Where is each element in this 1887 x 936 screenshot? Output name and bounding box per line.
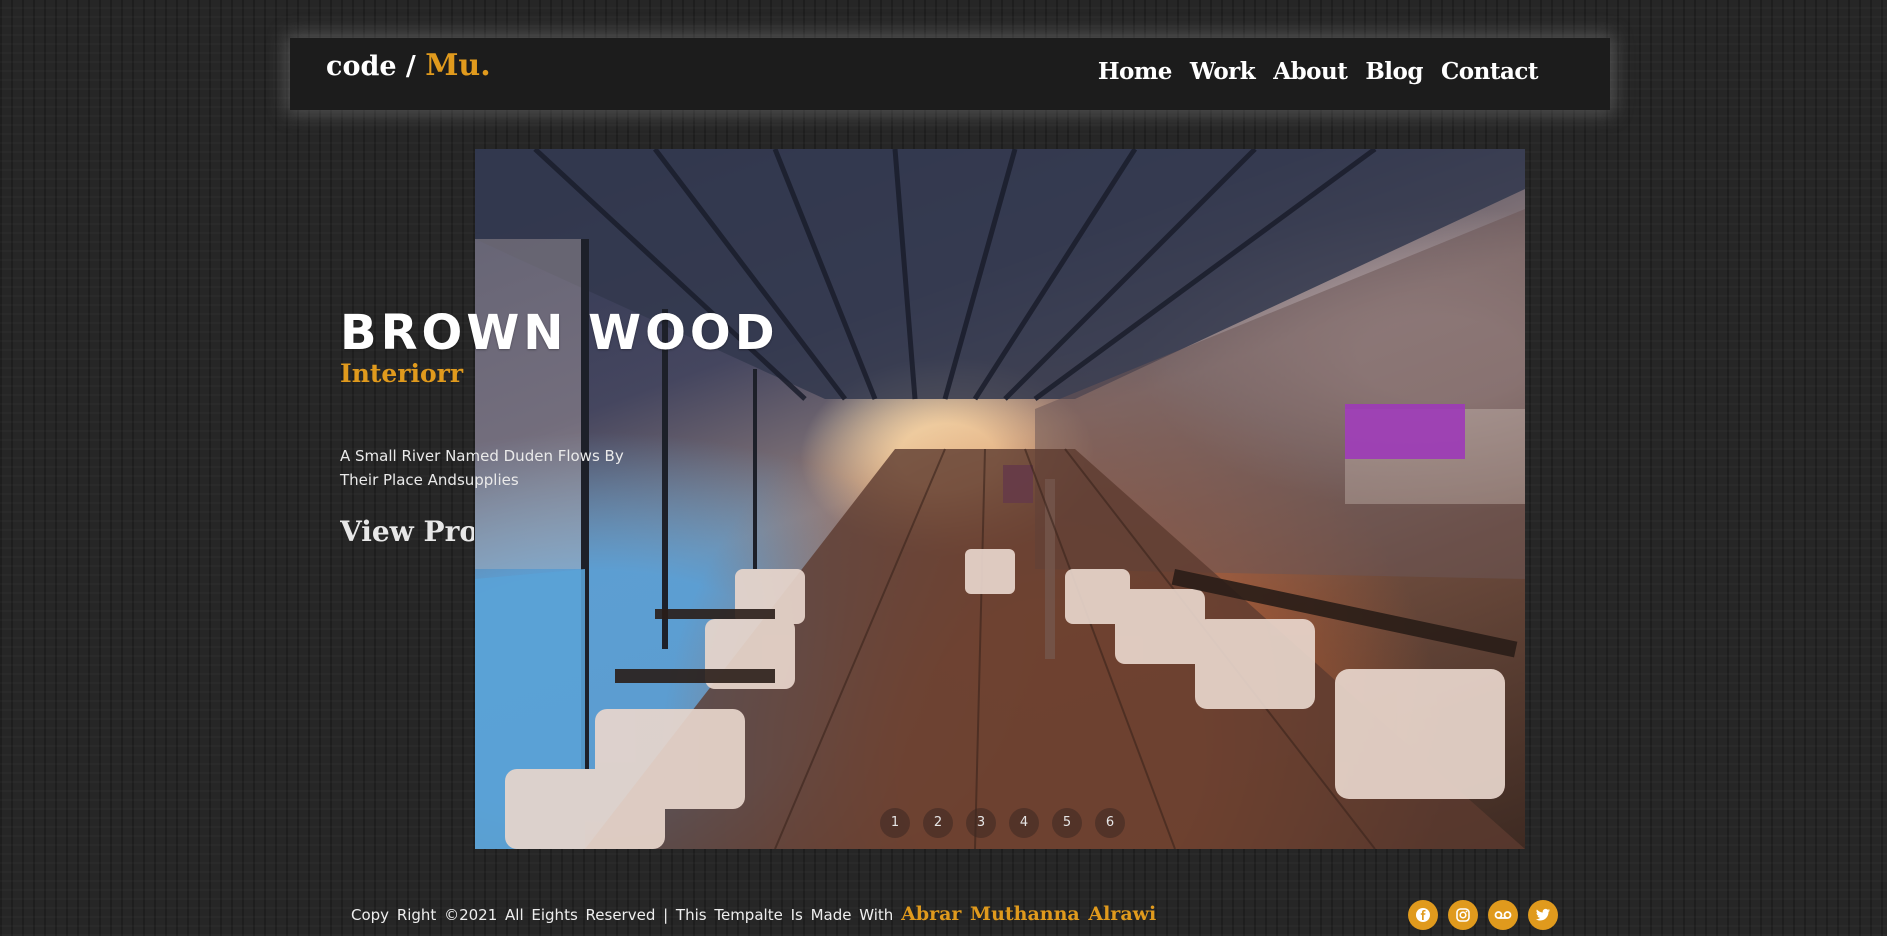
view-project-button[interactable]: View Project [340,515,474,548]
slider-pagination: 1 2 3 4 5 6 [880,808,1125,838]
nav-blog[interactable]: Blog [1365,58,1423,85]
voicemail-icon[interactable] [1488,900,1518,930]
slide-2-button[interactable]: 2 [923,808,953,838]
hero-title: BROWN WOOD [340,305,779,362]
hero-image [475,149,1525,849]
instagram-icon[interactable] [1448,900,1478,930]
slide-1-button[interactable]: 1 [880,808,910,838]
navbar: code / Mu. Home Work About Blog Contact [290,38,1610,110]
logo-prefix: code / [326,51,416,82]
hero-description: A Small River Named Duden Flows By Their… [340,447,624,489]
hero-subtitle: Interiorr [340,359,464,388]
copyright: Copy Right ©2021 All Eights Reserved | T… [351,903,1156,925]
slide-3-button[interactable]: 3 [966,808,996,838]
nav-contact[interactable]: Contact [1441,58,1539,85]
slide-5-button[interactable]: 5 [1052,808,1082,838]
author-name[interactable]: Abrar Muthanna Alrawi [901,903,1156,925]
logo[interactable]: code / Mu. [326,48,491,83]
restaurant-photo-illustration [475,149,1525,849]
twitter-icon[interactable] [1528,900,1558,930]
main-menu: Home Work About Blog Contact [1098,58,1539,85]
nav-work[interactable]: Work [1190,58,1256,85]
nav-home[interactable]: Home [1098,58,1173,85]
social-links [1408,900,1558,930]
copyright-text: Copy Right ©2021 All Eights Reserved | T… [351,906,894,924]
slide-6-button[interactable]: 6 [1095,808,1125,838]
facebook-icon[interactable] [1408,900,1438,930]
nav-about[interactable]: About [1273,58,1348,85]
logo-accent: Mu. [425,48,491,83]
slide-4-button[interactable]: 4 [1009,808,1039,838]
